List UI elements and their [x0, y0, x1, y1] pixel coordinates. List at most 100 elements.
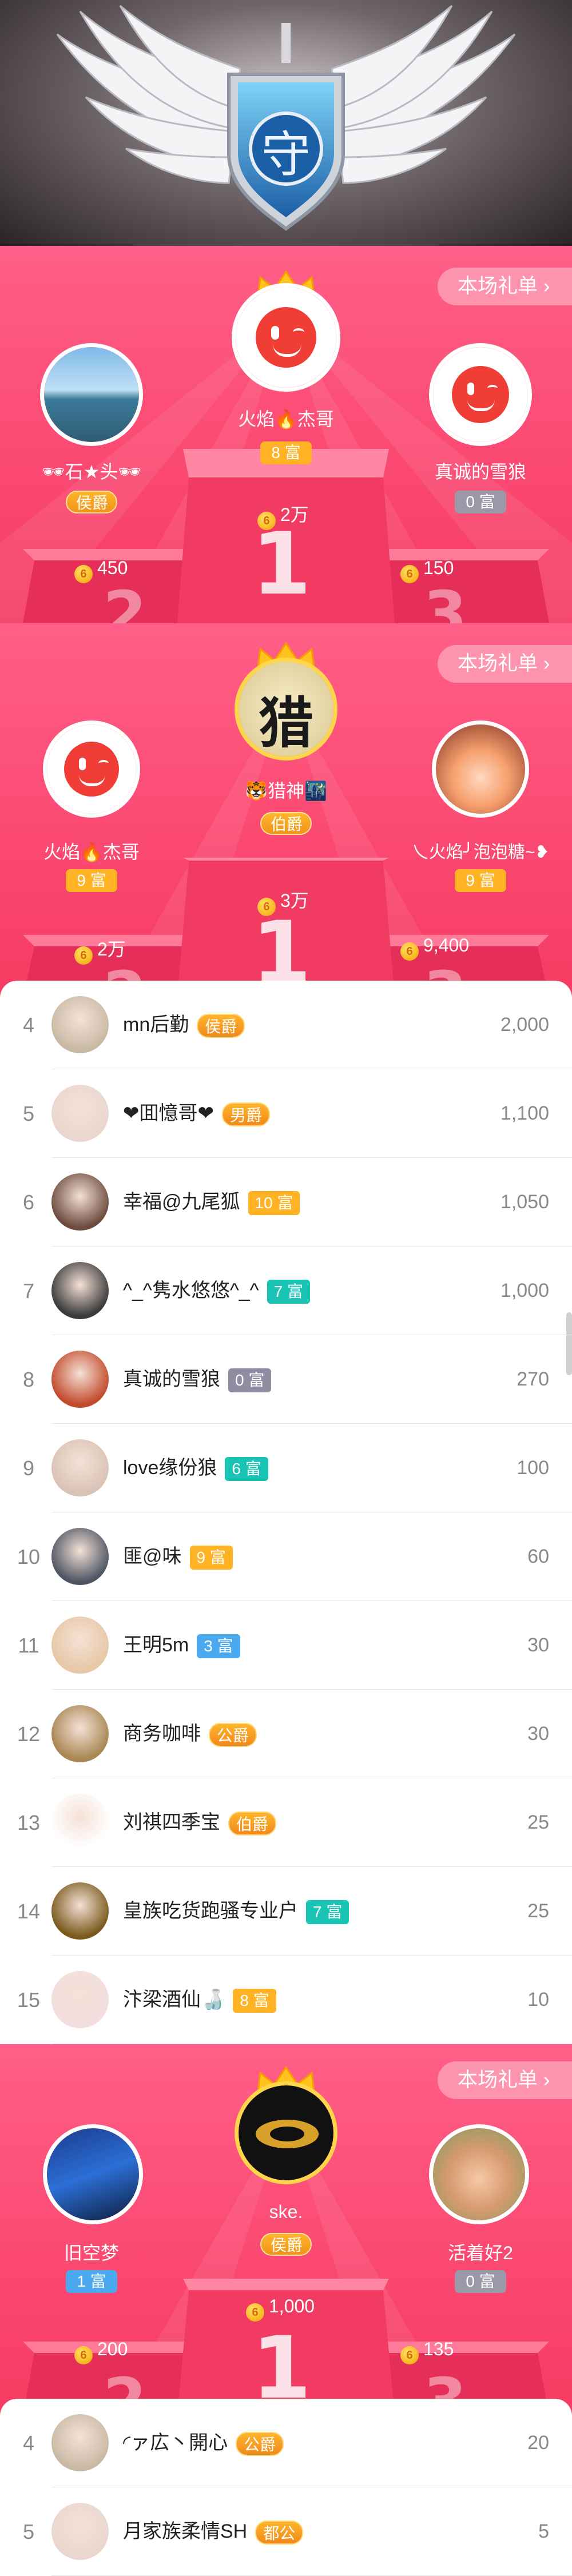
rank-number: 7: [22, 1279, 35, 1303]
third-amount: 6 9,400: [400, 935, 469, 961]
user-name: 商务咖啡 公爵: [123, 1690, 257, 1778]
list-item[interactable]: 8 真诚的雪狼 0 富 270: [0, 1335, 572, 1424]
list-item[interactable]: 6 幸福@九尾狐 10 富 1,050: [0, 1158, 572, 1247]
podium-section-1: 本场礼单 › 火焰🔥杰哥 8 富 6 2万 1 🕶石★头🕶 侯爵 6 450 2 真…: [0, 246, 572, 623]
gift-value: 1,100: [500, 1102, 549, 1124]
avatar[interactable]: [51, 1794, 109, 1851]
avatar[interactable]: [51, 1262, 109, 1319]
avatar[interactable]: [51, 1882, 109, 1940]
first-user-name: 火焰🔥杰哥: [238, 409, 334, 429]
gift-value: 100: [517, 1457, 549, 1479]
level-badge: 8 富: [233, 1989, 276, 2013]
avatar[interactable]: [51, 2503, 109, 2560]
avatar[interactable]: [43, 2124, 143, 2224]
gift-value: 25: [527, 1900, 549, 1922]
level-badge: 9 富: [66, 869, 117, 892]
level-badge: 公爵: [236, 2432, 284, 2456]
level-badge: 8 富: [260, 441, 312, 464]
gift-value: 30: [527, 1634, 549, 1656]
first-user-name: ske.: [269, 2201, 303, 2222]
user-name: 汴梁酒仙🍶 8 富: [123, 1956, 276, 2044]
second-user-name: 火焰🔥杰哥: [43, 842, 140, 862]
third-amount: 6 135: [400, 2339, 454, 2364]
coin-icon: 6: [74, 565, 93, 583]
avatar[interactable]: [51, 996, 109, 1053]
avatar[interactable]: [40, 343, 143, 446]
user-name: love缘份狼 6 富: [123, 1424, 268, 1512]
second-user-name: 🕶石★头🕶: [42, 461, 141, 482]
avatar-char: 猎: [259, 691, 313, 755]
rank-number: 13: [17, 1811, 41, 1834]
coin-icon: 6: [74, 946, 93, 965]
list-item[interactable]: 14 皇族吃货跑骚专业户 7 富 25: [0, 1867, 572, 1956]
level-badge: 7 富: [306, 1900, 349, 1925]
rank-number: 5: [22, 2520, 35, 2543]
avatar[interactable]: [51, 1173, 109, 1231]
gift-value: 1,000: [500, 1280, 549, 1301]
rank-number: 8: [22, 1368, 35, 1391]
avatar[interactable]: [51, 1351, 109, 1408]
rank-number: 4: [22, 1013, 35, 1037]
rank-number: 14: [17, 1900, 41, 1923]
coin-icon: 6: [400, 942, 419, 961]
user-name: mn后勤 侯爵: [123, 981, 245, 1069]
avatar[interactable]: [429, 343, 532, 446]
noble-badge: 侯爵: [260, 2233, 312, 2256]
gift-list-button[interactable]: 本场礼单 ›: [438, 2061, 572, 2099]
gift-value: 20: [527, 2432, 549, 2454]
list-item[interactable]: 4 ◜ァ広丶開心 公爵 20: [0, 2399, 572, 2487]
user-name: 月家族柔情SH 都公: [123, 2487, 304, 2576]
rank-number: 6: [22, 1191, 35, 1214]
avatar[interactable]: [51, 1971, 109, 2028]
rank-number: 10: [17, 1545, 41, 1568]
avatar[interactable]: 猎: [235, 658, 337, 761]
user-name: 王明5m 3 富: [123, 1601, 240, 1690]
level-badge: 伯爵: [228, 1811, 277, 1836]
list-item[interactable]: 10 匪@味 9 富 60: [0, 1512, 572, 1601]
podium-section-2: 本场礼单 › 猎 🐯猎神🌃 伯爵 6 3万 1 火焰🔥杰哥 9 富 6 2万 2 乀…: [0, 623, 572, 998]
avatar[interactable]: [429, 2124, 529, 2224]
level-badge: 0 富: [455, 2270, 506, 2293]
avatar[interactable]: [51, 1528, 109, 1585]
avatar[interactable]: [235, 2081, 337, 2184]
third-user-name: 乀火焰╯泡泡糖~❥: [411, 843, 550, 862]
gift-list-button[interactable]: 本场礼单 ›: [438, 268, 572, 305]
user-name: 匪@味 9 富: [123, 1512, 233, 1601]
rank-number: 5: [22, 1102, 35, 1125]
list-item[interactable]: 13 刘祺四季宝 伯爵 25: [0, 1778, 572, 1867]
level-badge: 1 富: [66, 2270, 117, 2293]
noble-badge: 伯爵: [260, 812, 312, 835]
first-user-name: 🐯猎神🌃: [245, 781, 327, 801]
user-name: ◜ァ広丶開心 公爵: [123, 2399, 284, 2487]
list-item[interactable]: 4 mn后勤 侯爵 2,000: [0, 981, 572, 1069]
user-name: 刘祺四季宝 伯爵: [123, 1778, 277, 1867]
guardian-emblem-char: 守: [261, 126, 311, 184]
avatar[interactable]: [232, 283, 340, 392]
gift-value: 10: [527, 1989, 549, 2010]
list-item[interactable]: 12 商务咖啡 公爵 30: [0, 1690, 572, 1778]
avatar[interactable]: [51, 1085, 109, 1142]
list-item[interactable]: 5 月家族柔情SH 都公 5: [0, 2487, 572, 2576]
avatar[interactable]: [51, 2414, 109, 2471]
avatar[interactable]: [43, 720, 140, 818]
list-item[interactable]: 15 汴梁酒仙🍶 8 富 10: [0, 1956, 572, 2044]
avatar[interactable]: [51, 1439, 109, 1496]
user-name: 皇族吃货跑骚专业户 7 富: [123, 1867, 349, 1956]
level-badge: 公爵: [209, 1723, 257, 1747]
avatar[interactable]: [51, 1617, 109, 1674]
avatar[interactable]: [432, 720, 529, 818]
list-item[interactable]: 9 love缘份狼 6 富 100: [0, 1424, 572, 1512]
third-user-name: 活着好2: [448, 2243, 513, 2263]
avatar[interactable]: [51, 1705, 109, 1762]
list-item[interactable]: 5 ❤囬憶哥❤ 男爵 1,100: [0, 1069, 572, 1158]
list-item[interactable]: 11 王明5m 3 富 30: [0, 1601, 572, 1690]
rank-list: 4 mn后勤 侯爵 2,000 5 ❤囬憶哥❤ 男爵 1,100 6 幸福@九尾狐 10 富 1,05…: [0, 981, 572, 2044]
gift-list-button[interactable]: 本场礼单 ›: [438, 645, 572, 683]
list-item[interactable]: 7 ^_^隽水悠悠^_^ 7 富 1,000: [0, 1247, 572, 1335]
noble-badge: 侯爵: [66, 491, 117, 513]
gift-value: 270: [517, 1368, 549, 1390]
gift-value: 5: [538, 2521, 549, 2542]
level-badge: 0 富: [455, 491, 506, 513]
level-badge: 9 富: [455, 869, 506, 892]
coin-icon: 6: [74, 2346, 93, 2364]
